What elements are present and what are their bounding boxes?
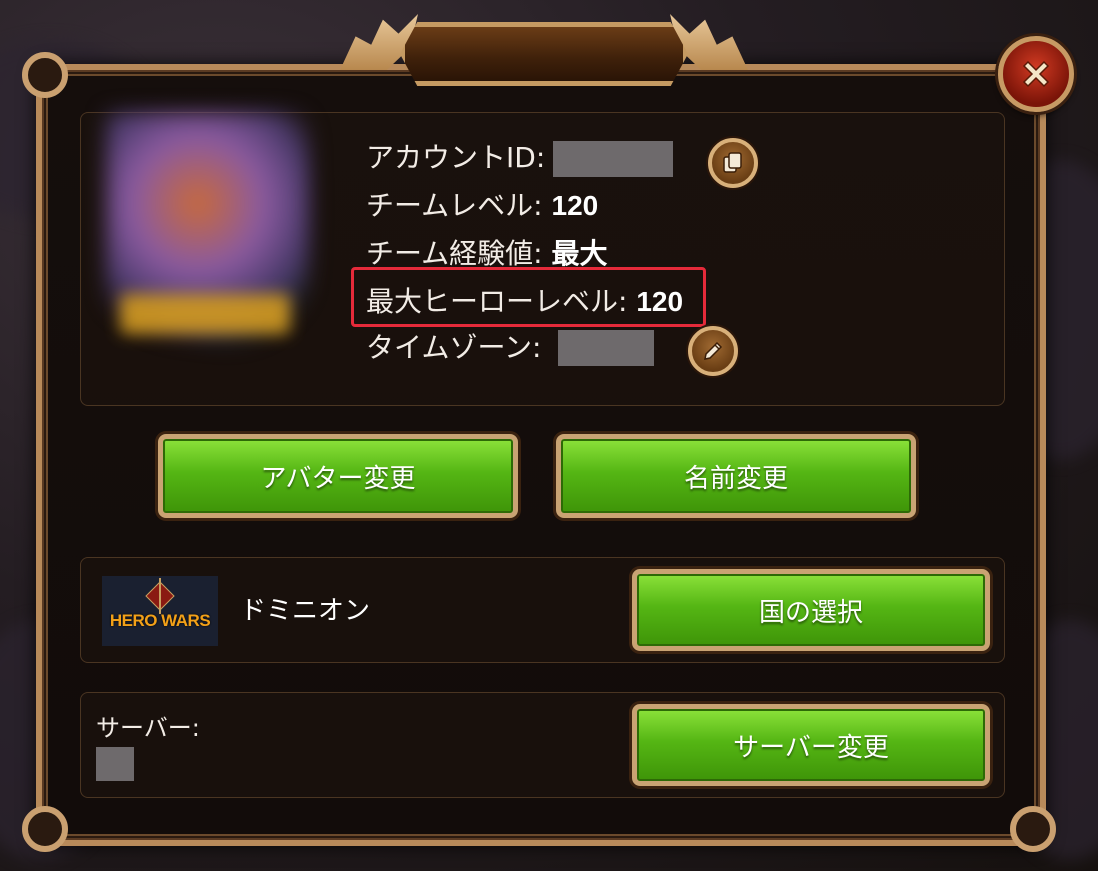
close-button[interactable] bbox=[998, 36, 1074, 112]
team-level-row: チームレベル: 120 bbox=[366, 184, 598, 228]
title-plate bbox=[400, 22, 688, 86]
highlight-box bbox=[351, 267, 706, 327]
guild-logo: HERO WARS bbox=[102, 576, 218, 646]
server-label: サーバー: bbox=[96, 714, 200, 742]
account-id-value-redacted bbox=[553, 141, 673, 177]
change-server-button[interactable]: サーバー変更 bbox=[632, 704, 990, 786]
guild-name: ドミニオン bbox=[240, 596, 371, 626]
account-id-row: アカウントID: bbox=[366, 136, 545, 180]
timezone-value-redacted bbox=[558, 330, 654, 366]
select-country-button[interactable]: 国の選択 bbox=[632, 569, 990, 651]
pencil-icon bbox=[704, 341, 723, 360]
copy-icon bbox=[723, 152, 742, 173]
edit-timezone-button[interactable] bbox=[688, 326, 738, 376]
frame-corner-ornament bbox=[22, 806, 68, 852]
copy-id-button[interactable] bbox=[708, 138, 758, 188]
close-icon bbox=[1022, 60, 1050, 88]
timezone-row: タイムゾーン: bbox=[366, 326, 541, 370]
avatar-nameplate bbox=[120, 294, 290, 334]
timezone-label: タイムゾーン: bbox=[366, 331, 542, 364]
frame-corner-ornament bbox=[22, 52, 68, 98]
account-id-label: アカウントID: bbox=[366, 141, 546, 174]
change-name-button[interactable]: 名前変更 bbox=[556, 434, 916, 518]
team-level-value: 120 bbox=[551, 190, 599, 221]
game-screen: アカウントID: チームレベル: 120 チーム経験値: 最大 最大ヒーローレベ… bbox=[0, 0, 1098, 871]
guild-logo-text: HERO WARS bbox=[109, 611, 211, 630]
team-exp-value: 最大 bbox=[551, 238, 608, 269]
frame-corner-ornament bbox=[1010, 806, 1056, 852]
team-exp-label: チーム経験値: bbox=[366, 237, 543, 270]
team-level-label: チームレベル: bbox=[366, 189, 543, 222]
server-value-redacted bbox=[96, 747, 134, 781]
change-avatar-button[interactable]: アバター変更 bbox=[158, 434, 518, 518]
